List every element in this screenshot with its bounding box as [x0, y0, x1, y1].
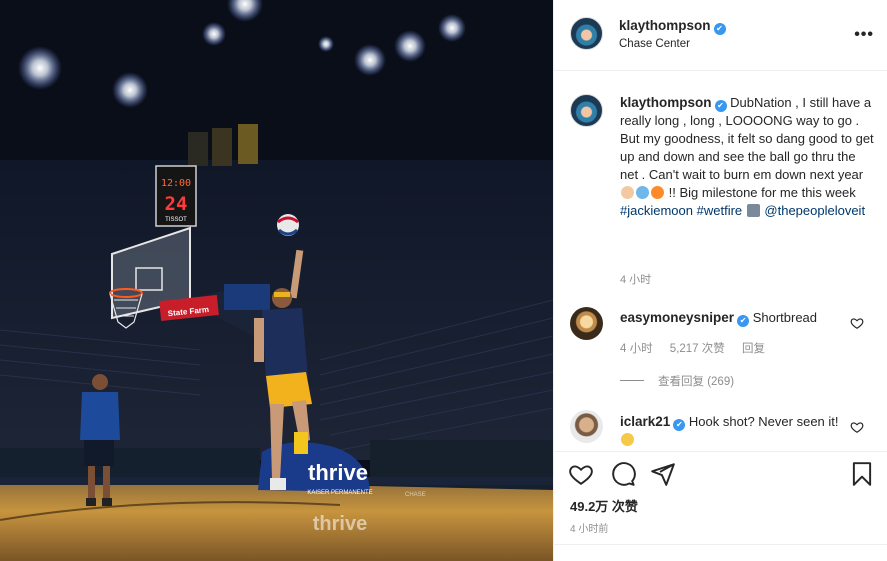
verified-badge-icon: ✔ [713, 23, 726, 35]
caption-author-avatar[interactable] [570, 94, 603, 127]
verified-badge-icon: ✔ [673, 419, 686, 431]
paper-plane-icon[interactable] [650, 461, 676, 487]
author-username[interactable]: klaythompson [619, 18, 711, 33]
stanchion-logo: thrive [308, 460, 368, 485]
commenter-avatar[interactable] [570, 410, 603, 443]
hashtag-link[interactable]: #jackiemoon [620, 203, 693, 218]
view-replies-label: 查看回复 (269) [658, 376, 735, 388]
hashtag-link[interactable]: #wetfire [697, 203, 743, 218]
mention-link[interactable]: @thepeopleloveit [764, 203, 865, 218]
replies-divider [620, 380, 644, 381]
post-location[interactable]: Chase Center [619, 38, 690, 50]
verified-badge-icon: ✔ [714, 100, 727, 112]
floor-ad: CHASE [405, 492, 426, 498]
comment-heart-icon[interactable] [850, 420, 864, 434]
post-caption: klaythompson ✔ DubNation , I still have a… [620, 94, 874, 220]
stanchion-subtext: KAISER PERMANENTE [307, 490, 372, 496]
action-bar [554, 451, 887, 491]
more-horizontal-icon[interactable]: ••• [854, 26, 874, 44]
like-count[interactable]: 49.2万 次赞 [570, 496, 638, 515]
comment-text: Shortbread [752, 310, 818, 325]
comment-body: easymoneysniper ✔ Shortbread [620, 310, 817, 327]
author-username-row: klaythompson ✔ [619, 18, 726, 35]
comment-like-count[interactable]: 5,217 次赞 [670, 343, 725, 355]
comment-heart-icon[interactable] [850, 316, 864, 330]
comment-icon[interactable] [610, 461, 636, 487]
shot-clock-time: 12:00 [161, 178, 191, 189]
caption-username[interactable]: klaythompson [620, 95, 712, 110]
commenter-avatar[interactable] [570, 307, 603, 340]
comment-username[interactable]: easymoneysniper [620, 310, 734, 325]
view-replies-button[interactable]: 查看回复 (269) [620, 373, 734, 389]
caption-text-2: Big milestone for me this week [679, 185, 856, 200]
comment-text: Hook shot? Never seen it! [688, 414, 839, 429]
caption-time[interactable]: 4 小时 [620, 271, 651, 287]
laughing-emoji-icon [621, 433, 634, 446]
comment-meta: 4 小时 5,217 次赞 回复 [620, 340, 779, 356]
ok-hand-emoji-icon [621, 186, 634, 199]
basketball-photo: 12:00 24 TISSOT State Farm thrive KAISER… [0, 0, 553, 561]
comment-time[interactable]: 4 小时 [620, 343, 653, 355]
post-photo[interactable]: 12:00 24 TISSOT State Farm thrive KAISER… [0, 0, 553, 561]
shot-clock-seconds: 24 [165, 193, 188, 215]
camera-emoji-icon [746, 204, 760, 217]
verified-badge-icon: ✔ [737, 315, 750, 327]
comment-username[interactable]: iclark21 [620, 414, 670, 429]
court-reflection: thrive [313, 513, 367, 535]
heart-icon[interactable] [568, 461, 594, 487]
comments-section: klaythompson ✔ DubNation , I still have a… [554, 72, 887, 450]
author-avatar[interactable] [570, 17, 603, 50]
sweat-droplets-emoji-icon [636, 186, 649, 199]
post-side-panel: klaythompson ✔ Chase Center ••• klaythomp… [553, 0, 887, 561]
post-header: klaythompson ✔ Chase Center ••• [554, 0, 887, 71]
post-timestamp[interactable]: 4 小时前 [570, 520, 608, 535]
fire-emoji-icon [651, 186, 664, 199]
caption-exclaim: !! [668, 185, 676, 200]
comment-body: iclark21 ✔ Hook shot? Never seen it! [620, 413, 840, 449]
bookmark-icon[interactable] [849, 461, 875, 487]
reply-button[interactable]: 回复 [742, 343, 765, 355]
shot-clock-brand: TISSOT [165, 217, 187, 223]
add-comment-area[interactable] [554, 544, 887, 561]
